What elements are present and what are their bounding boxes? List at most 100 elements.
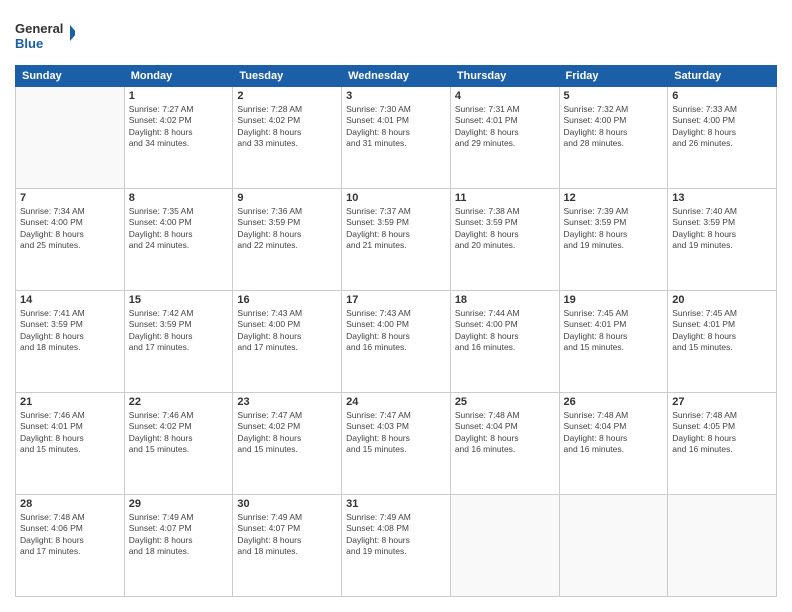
day-info: Sunrise: 7:37 AM Sunset: 3:59 PM Dayligh… — [346, 206, 446, 252]
svg-text:Blue: Blue — [15, 36, 43, 51]
day-number: 24 — [346, 396, 446, 408]
page: General Blue SundayMondayTuesdayWednesda… — [0, 0, 792, 612]
day-number: 2 — [237, 90, 337, 102]
day-number: 22 — [129, 396, 229, 408]
calendar-cell: 18Sunrise: 7:44 AM Sunset: 4:00 PM Dayli… — [450, 291, 559, 393]
day-info: Sunrise: 7:47 AM Sunset: 4:03 PM Dayligh… — [346, 410, 446, 456]
calendar-cell: 31 Sunrise: 7:49 AM Sunset: 4:08 PM Dayli… — [342, 495, 451, 597]
day-number: 26 — [564, 396, 664, 408]
day-info: Sunrise: 7:28 AM Sunset: 4:02 PM Dayligh… — [237, 104, 337, 150]
calendar-cell: 22 Sunrise: 7:46 AM Sunset: 4:02 PM Dayli… — [124, 393, 233, 495]
day-info: Sunrise: 7:48 AM Sunset: 4:06 PM Dayligh… — [20, 512, 120, 558]
calendar-cell: 23 Sunrise: 7:47 AM Sunset: 4:02 PM Dayli… — [233, 393, 342, 495]
day-info: Sunrise: 7:43 AM Sunset: 4:00 PM Dayligh… — [237, 308, 337, 354]
calendar-cell: 24 Sunrise: 7:47 AM Sunset: 4:03 PM Dayli… — [342, 393, 451, 495]
day-info: Sunrise: 7:42 AM Sunset: 3:59 PM Dayligh… — [129, 308, 229, 354]
day-info: Sunrise: 7:30 AM Sunset: 4:01 PM Dayligh… — [346, 104, 446, 150]
day-number: 19 — [564, 294, 664, 306]
weekday-header: Saturday — [668, 66, 777, 87]
calendar-cell: 30Sunrise: 7:49 AM Sunset: 4:07 PM Dayli… — [233, 495, 342, 597]
calendar-cell — [668, 495, 777, 597]
calendar-header-row: SundayMondayTuesdayWednesdayThursdayFrid… — [16, 66, 777, 87]
day-info: Sunrise: 7:35 AM Sunset: 4:00 PM Dayligh… — [129, 206, 229, 252]
calendar-cell: 3 Sunrise: 7:30 AM Sunset: 4:01 PM Daylig… — [342, 87, 451, 189]
day-info: Sunrise: 7:32 AM Sunset: 4:00 PM Dayligh… — [564, 104, 664, 150]
day-number: 28 — [20, 498, 120, 510]
day-info: Sunrise: 7:41 AM Sunset: 3:59 PM Dayligh… — [20, 308, 120, 354]
calendar-cell: 15Sunrise: 7:42 AM Sunset: 3:59 PM Dayli… — [124, 291, 233, 393]
weekday-header: Tuesday — [233, 66, 342, 87]
day-info: Sunrise: 7:38 AM Sunset: 3:59 PM Dayligh… — [455, 206, 555, 252]
logo: General Blue — [15, 15, 75, 55]
weekday-header: Monday — [124, 66, 233, 87]
weekday-header: Friday — [559, 66, 668, 87]
day-info: Sunrise: 7:46 AM Sunset: 4:02 PM Dayligh… — [129, 410, 229, 456]
calendar-table: SundayMondayTuesdayWednesdayThursdayFrid… — [15, 65, 777, 597]
day-number: 17 — [346, 294, 446, 306]
calendar-cell: 28 Sunrise: 7:48 AM Sunset: 4:06 PM Dayli… — [16, 495, 125, 597]
day-info: Sunrise: 7:27 AM Sunset: 4:02 PM Dayligh… — [129, 104, 229, 150]
logo-svg: General Blue — [15, 15, 75, 55]
calendar-cell: 20 Sunrise: 7:45 AM Sunset: 4:01 PM Dayli… — [668, 291, 777, 393]
calendar-cell: 26 Sunrise: 7:48 AM Sunset: 4:04 PM Dayli… — [559, 393, 668, 495]
day-number: 3 — [346, 90, 446, 102]
calendar-cell: 16Sunrise: 7:43 AM Sunset: 4:00 PM Dayli… — [233, 291, 342, 393]
calendar-cell — [16, 87, 125, 189]
day-info: Sunrise: 7:34 AM Sunset: 4:00 PM Dayligh… — [20, 206, 120, 252]
header: General Blue — [15, 15, 777, 55]
calendar-cell: 10 Sunrise: 7:37 AM Sunset: 3:59 PM Dayli… — [342, 189, 451, 291]
day-number: 1 — [129, 90, 229, 102]
calendar-week-row: 21 Sunrise: 7:46 AM Sunset: 4:01 PM Dayli… — [16, 393, 777, 495]
calendar-cell: 19 Sunrise: 7:45 AM Sunset: 4:01 PM Dayli… — [559, 291, 668, 393]
weekday-header: Wednesday — [342, 66, 451, 87]
day-number: 20 — [672, 294, 772, 306]
calendar-cell: 7 Sunrise: 7:34 AM Sunset: 4:00 PM Daylig… — [16, 189, 125, 291]
day-number: 10 — [346, 192, 446, 204]
calendar-cell: 21 Sunrise: 7:46 AM Sunset: 4:01 PM Dayli… — [16, 393, 125, 495]
day-info: Sunrise: 7:45 AM Sunset: 4:01 PM Dayligh… — [672, 308, 772, 354]
day-info: Sunrise: 7:40 AM Sunset: 3:59 PM Dayligh… — [672, 206, 772, 252]
day-info: Sunrise: 7:33 AM Sunset: 4:00 PM Dayligh… — [672, 104, 772, 150]
day-info: Sunrise: 7:46 AM Sunset: 4:01 PM Dayligh… — [20, 410, 120, 456]
day-info: Sunrise: 7:48 AM Sunset: 4:04 PM Dayligh… — [564, 410, 664, 456]
day-number: 25 — [455, 396, 555, 408]
day-info: Sunrise: 7:49 AM Sunset: 4:08 PM Dayligh… — [346, 512, 446, 558]
day-info: Sunrise: 7:36 AM Sunset: 3:59 PM Dayligh… — [237, 206, 337, 252]
day-number: 4 — [455, 90, 555, 102]
calendar-cell: 6 Sunrise: 7:33 AM Sunset: 4:00 PM Daylig… — [668, 87, 777, 189]
calendar-week-row: 28 Sunrise: 7:48 AM Sunset: 4:06 PM Dayli… — [16, 495, 777, 597]
day-number: 13 — [672, 192, 772, 204]
day-number: 14 — [20, 294, 120, 306]
day-number: 11 — [455, 192, 555, 204]
calendar-cell: 2 Sunrise: 7:28 AM Sunset: 4:02 PM Daylig… — [233, 87, 342, 189]
day-info: Sunrise: 7:47 AM Sunset: 4:02 PM Dayligh… — [237, 410, 337, 456]
day-info: Sunrise: 7:31 AM Sunset: 4:01 PM Dayligh… — [455, 104, 555, 150]
calendar-cell: 1 Sunrise: 7:27 AM Sunset: 4:02 PM Daylig… — [124, 87, 233, 189]
calendar-cell: 13 Sunrise: 7:40 AM Sunset: 3:59 PM Dayli… — [668, 189, 777, 291]
day-info: Sunrise: 7:44 AM Sunset: 4:00 PM Dayligh… — [455, 308, 555, 354]
day-info: Sunrise: 7:43 AM Sunset: 4:00 PM Dayligh… — [346, 308, 446, 354]
day-number: 6 — [672, 90, 772, 102]
day-number: 9 — [237, 192, 337, 204]
day-info: Sunrise: 7:45 AM Sunset: 4:01 PM Dayligh… — [564, 308, 664, 354]
day-number: 21 — [20, 396, 120, 408]
calendar-week-row: 1 Sunrise: 7:27 AM Sunset: 4:02 PM Daylig… — [16, 87, 777, 189]
day-number: 23 — [237, 396, 337, 408]
calendar-cell: 29Sunrise: 7:49 AM Sunset: 4:07 PM Dayli… — [124, 495, 233, 597]
weekday-header: Thursday — [450, 66, 559, 87]
day-info: Sunrise: 7:48 AM Sunset: 4:04 PM Dayligh… — [455, 410, 555, 456]
day-number: 12 — [564, 192, 664, 204]
day-number: 31 — [346, 498, 446, 510]
calendar-week-row: 14 Sunrise: 7:41 AM Sunset: 3:59 PM Dayli… — [16, 291, 777, 393]
calendar-cell: 4 Sunrise: 7:31 AM Sunset: 4:01 PM Daylig… — [450, 87, 559, 189]
day-number: 8 — [129, 192, 229, 204]
calendar-cell: 25 Sunrise: 7:48 AM Sunset: 4:04 PM Dayli… — [450, 393, 559, 495]
calendar-cell: 27Sunrise: 7:48 AM Sunset: 4:05 PM Dayli… — [668, 393, 777, 495]
calendar-cell: 5 Sunrise: 7:32 AM Sunset: 4:00 PM Daylig… — [559, 87, 668, 189]
calendar-cell: 8 Sunrise: 7:35 AM Sunset: 4:00 PM Daylig… — [124, 189, 233, 291]
day-number: 5 — [564, 90, 664, 102]
day-info: Sunrise: 7:39 AM Sunset: 3:59 PM Dayligh… — [564, 206, 664, 252]
day-number: 7 — [20, 192, 120, 204]
weekday-header: Sunday — [16, 66, 125, 87]
calendar-cell: 17 Sunrise: 7:43 AM Sunset: 4:00 PM Dayli… — [342, 291, 451, 393]
